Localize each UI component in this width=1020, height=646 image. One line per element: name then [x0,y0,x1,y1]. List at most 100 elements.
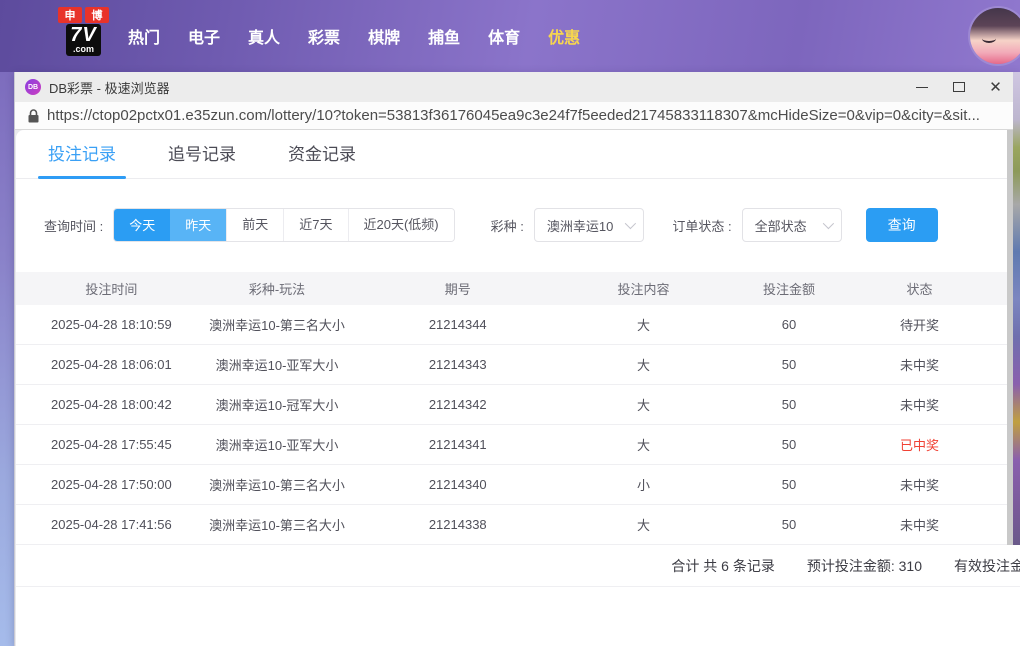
tab-fund-records[interactable]: 资金记录 [284,140,360,178]
cell-bet-content: 大 [636,318,650,333]
time-option-20days[interactable]: 近20天(低频) [347,209,454,241]
cell-bet-content: 大 [636,518,650,533]
cell-status: 未中奖 [900,518,940,533]
table-row: 2025-04-28 17:50:00 澳洲幸运10-第三名大小 2121434… [16,465,1020,505]
cell-status: 未中奖 [900,358,940,373]
col-issue: 期号 [444,282,471,297]
logo-badge-left: 申 [58,7,82,23]
lottery-page: 投注记录 追号记录 资金记录 查询时间 : 今天 昨天 前天 近7天 近20天(… [16,130,1020,646]
address-bar[interactable]: https://ctop02pctx01.e35zun.com/lottery/… [15,102,1020,130]
cell-bet-content: 大 [636,358,650,373]
cell-bet-time: 2025-04-28 17:50:00 [51,477,172,492]
time-filter-label: 查询时间 : [44,218,104,234]
col-bet-amount: 投注金额 [763,282,816,297]
cell-game-play: 澳洲幸运10-冠军大小 [215,398,339,413]
query-button[interactable]: 查询 [865,208,938,242]
cell-issue: 21214343 [428,357,487,372]
col-status: 状态 [906,282,933,297]
time-range-group: 今天 昨天 前天 近7天 近20天(低频) [113,208,455,242]
site-logo[interactable]: 申 博 7V .com [58,7,109,56]
user-avatar[interactable] [970,8,1020,64]
site-nav-menu: 热门 电子 真人 彩票 棋牌 捕鱼 体育 优惠 [128,0,608,72]
lottery-filter-label: 彩种 : [490,218,524,234]
summary-valid-amount: 有效投注金 [954,557,1020,574]
time-option-daybefore[interactable]: 前天 [226,209,284,241]
browser-favicon-icon: DB [25,79,41,95]
time-option-7days[interactable]: 近7天 [283,209,348,241]
window-titlebar[interactable]: DB DB彩票 - 极速浏览器 ✕ [15,72,1020,102]
time-option-today[interactable]: 今天 [114,209,171,241]
filter-bar: 查询时间 : 今天 昨天 前天 近7天 近20天(低频) 彩种 : 澳洲幸运10… [44,208,1020,242]
cell-status: 待开奖 [900,318,940,333]
order-status-select[interactable]: 全部状态 [741,208,842,242]
cell-bet-amount: 50 [781,397,797,412]
table-summary: 合计 共 6 条记录 预计投注金额: 310 有效投注金 [16,545,1020,587]
url-text[interactable]: https://ctop02pctx01.e35zun.com/lottery/… [47,107,980,124]
nav-item-sports[interactable]: 体育 [488,24,520,48]
cell-issue: 21214341 [428,437,487,452]
table-row: 2025-04-28 17:55:45 澳洲幸运10-亚军大小 21214341… [16,425,1020,465]
cell-bet-amount: 50 [781,517,797,532]
cell-game-play: 澳洲幸运10-亚军大小 [215,438,339,453]
cell-issue: 21214338 [428,517,487,532]
nav-item-slots[interactable]: 电子 [188,24,220,48]
window-controls: ✕ [903,72,1014,102]
nav-item-lottery[interactable]: 彩票 [308,24,340,48]
background-content-sliver [1013,72,1020,545]
col-game-play: 彩种-玩法 [248,282,306,297]
nav-item-live[interactable]: 真人 [248,24,280,48]
table-row: 2025-04-28 18:00:42 澳洲幸运10-冠军大小 21214342… [16,385,1020,425]
lottery-select-value: 澳洲幸运10 [546,218,614,234]
cell-bet-amount: 50 [781,437,797,452]
cell-game-play: 澳洲幸运10-第三名大小 [209,318,345,333]
logo-badges: 申 博 [58,7,109,23]
lock-icon [28,108,39,122]
table-row: 2025-04-28 18:10:59 澳洲幸运10-第三名大小 2121434… [16,305,1020,345]
cell-bet-time: 2025-04-28 17:41:56 [51,517,172,532]
close-button[interactable]: ✕ [977,72,1014,102]
cell-bet-time: 2025-04-28 18:06:01 [51,357,172,372]
tab-chase-records[interactable]: 追号记录 [164,140,240,178]
nav-item-fishing[interactable]: 捕鱼 [428,24,460,48]
cell-game-play: 澳洲幸运10-第三名大小 [209,478,345,493]
cell-game-play: 澳洲幸运10-亚军大小 [215,358,339,373]
order-status-value: 全部状态 [754,218,807,234]
cell-issue: 21214342 [428,397,487,412]
col-bet-time: 投注时间 [85,282,138,297]
window-title: DB彩票 - 极速浏览器 [49,80,170,96]
maximize-icon [952,82,965,92]
cell-status: 未中奖 [900,398,940,413]
maximize-button[interactable] [940,72,977,102]
cell-issue: 21214340 [428,477,487,492]
cell-bet-amount: 50 [781,357,797,372]
lottery-select[interactable]: 澳洲幸运10 [533,208,645,242]
logo-badge-right: 博 [85,7,109,23]
nav-item-cards[interactable]: 棋牌 [368,24,400,48]
tab-bet-records[interactable]: 投注记录 [38,140,126,179]
cell-bet-amount: 50 [781,477,797,492]
nav-item-hot[interactable]: 热门 [128,24,160,48]
cell-status-won: 已中奖 [900,438,940,453]
cell-bet-amount: 60 [781,317,797,332]
summary-expected-amount: 预计投注金额: 310 [806,557,922,574]
cell-issue: 21214344 [428,317,487,332]
record-tabs: 投注记录 追号记录 资金记录 [16,130,1020,179]
minimize-icon [915,86,928,88]
logo-suffix-text: .com [72,44,94,54]
cell-bet-time: 2025-04-28 18:00:42 [51,397,172,412]
time-option-yesterday[interactable]: 昨天 [170,209,227,241]
col-bet-content: 投注内容 [617,282,670,297]
browser-window: DB DB彩票 - 极速浏览器 ✕ https://ctop02pctx01.e… [14,72,1020,646]
cell-game-play: 澳洲幸运10-第三名大小 [209,518,345,533]
chevron-down-icon [822,217,834,230]
site-nav: 申 博 7V .com 热门 电子 真人 彩票 棋牌 捕鱼 体育 优惠 [0,0,1020,72]
cell-bet-time: 2025-04-28 18:10:59 [51,317,172,332]
cell-bet-content: 大 [636,398,650,413]
status-filter-label: 订单状态 : [672,218,732,234]
cell-bet-content: 小 [636,478,650,493]
table-row: 2025-04-28 17:41:56 澳洲幸运10-第三名大小 2121433… [16,505,1020,545]
minimize-button[interactable] [903,72,940,102]
cell-bet-time: 2025-04-28 17:55:45 [51,437,172,452]
nav-item-promo[interactable]: 优惠 [548,24,580,48]
table-header: 投注时间 彩种-玩法 期号 投注内容 投注金额 状态 [16,272,1020,305]
